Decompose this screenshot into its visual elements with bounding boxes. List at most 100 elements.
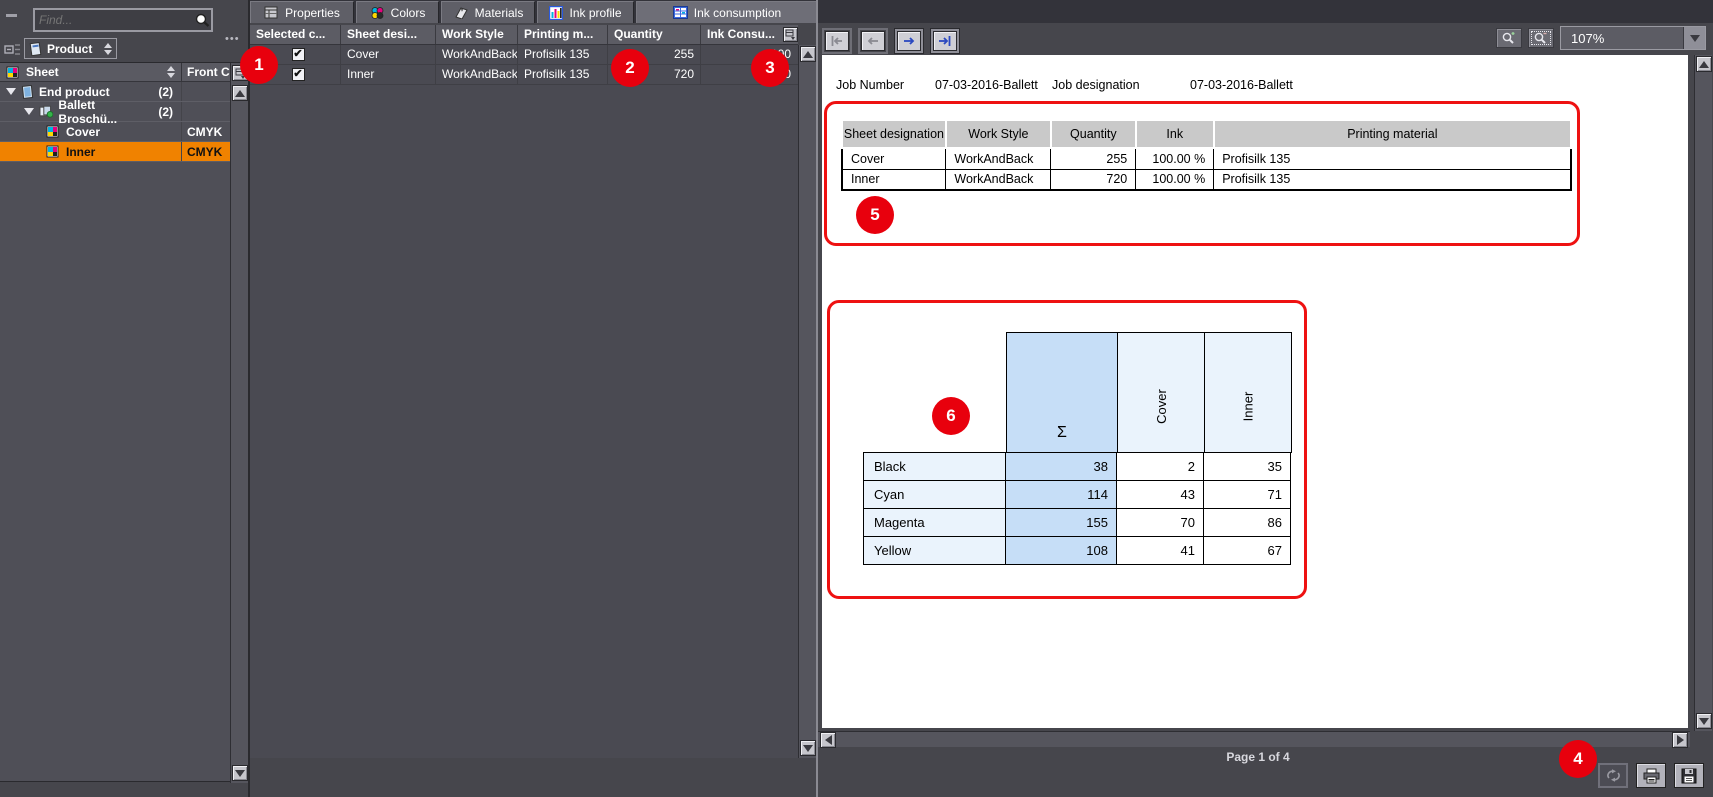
product-view-selector[interactable]: Product bbox=[24, 38, 117, 59]
tab-label: Properties bbox=[285, 6, 340, 20]
tree-row-ballett[interactable]: Ballett Broschü... (2) bbox=[0, 102, 230, 122]
print-button[interactable] bbox=[1636, 763, 1666, 788]
tree-row-cover[interactable]: Cover CMYK bbox=[0, 122, 230, 142]
sheet-table-scrollbar[interactable] bbox=[798, 45, 816, 758]
ink-consumption-icon bbox=[673, 6, 688, 19]
tab-colors[interactable]: Colors bbox=[356, 1, 439, 23]
selected-checkbox[interactable]: ✔ bbox=[292, 68, 305, 81]
find-box[interactable] bbox=[33, 8, 213, 32]
scroll-left-icon[interactable] bbox=[820, 732, 836, 748]
zoom-in-button[interactable] bbox=[1496, 28, 1522, 48]
preview-top-strip bbox=[818, 0, 1713, 23]
sheet-sort-arrows-icon[interactable] bbox=[167, 66, 175, 78]
panel-collapse-handle[interactable] bbox=[6, 14, 17, 17]
table-config-icon[interactable] bbox=[783, 27, 798, 42]
zoom-in-icon bbox=[1501, 31, 1517, 45]
chevron-down-icon[interactable] bbox=[1683, 27, 1705, 49]
scroll-up-icon[interactable] bbox=[800, 46, 816, 62]
work-style-cell: WorkAndBack bbox=[436, 65, 518, 84]
tree-item-count: (2) bbox=[158, 85, 181, 99]
zoom-value: 107% bbox=[1561, 31, 1683, 46]
tab-label: Colors bbox=[391, 6, 426, 20]
tree-row-inner-selected[interactable]: Inner CMYK bbox=[0, 142, 230, 162]
last-page-button[interactable] bbox=[930, 28, 960, 54]
tree-scrollbar[interactable] bbox=[230, 63, 248, 783]
tree-item-label: Cover bbox=[66, 125, 100, 139]
scroll-down-icon[interactable] bbox=[800, 740, 816, 756]
tab-properties[interactable]: Properties bbox=[250, 1, 354, 23]
zoom-out-button[interactable] bbox=[1528, 28, 1554, 48]
sheet-name-cell: Cover bbox=[341, 45, 436, 64]
job-number-label: Job Number bbox=[836, 78, 904, 92]
preview-horizontal-scrollbar[interactable] bbox=[818, 731, 1690, 747]
refresh-button[interactable] bbox=[1598, 763, 1628, 788]
first-page-button[interactable] bbox=[822, 28, 852, 54]
column-header[interactable]: Selected c... bbox=[250, 25, 341, 44]
annotation-circle-6: 6 bbox=[932, 397, 970, 435]
next-page-icon bbox=[902, 35, 916, 47]
page-nav-toolbar bbox=[822, 28, 960, 54]
annotation-box-report bbox=[824, 101, 1580, 246]
tree-scroll-down-icon[interactable] bbox=[232, 765, 248, 781]
job-number-value: 07-03-2016-Ballett bbox=[935, 78, 1038, 92]
tree-item-front: CMYK bbox=[182, 125, 230, 139]
printing-material-cell: Profisilk 135 bbox=[518, 65, 608, 84]
scroll-down-icon[interactable] bbox=[1696, 713, 1712, 729]
next-page-button[interactable] bbox=[894, 28, 924, 54]
cmyk-sheet-icon bbox=[46, 145, 61, 158]
tree-item-label: Inner bbox=[66, 145, 95, 159]
expand-arrow-icon[interactable] bbox=[24, 108, 34, 115]
search-icon bbox=[193, 12, 211, 28]
tab-ink-profile[interactable]: Ink profile bbox=[537, 1, 634, 23]
job-designation-value: 07-03-2016-Ballett bbox=[1190, 78, 1293, 92]
tree-scroll-up-icon[interactable] bbox=[232, 85, 248, 101]
selected-checkbox[interactable]: ✔ bbox=[292, 48, 305, 61]
first-page-icon bbox=[830, 35, 844, 47]
sheet-table-header[interactable]: Selected c... Sheet desi... Work Style P… bbox=[250, 25, 798, 45]
tree-item-label: End product bbox=[39, 85, 110, 99]
last-page-icon bbox=[938, 35, 952, 47]
search-input[interactable] bbox=[35, 13, 193, 27]
printer-icon bbox=[1642, 768, 1661, 784]
column-header[interactable]: Quantity bbox=[608, 25, 701, 44]
table-row[interactable]: ✔ Inner WorkAndBack Profisilk 135 720 10… bbox=[250, 65, 798, 85]
collapse-tree-icon[interactable] bbox=[4, 42, 21, 57]
zoom-out-icon bbox=[1533, 31, 1549, 45]
tab-materials[interactable]: Materials bbox=[441, 1, 535, 23]
column-header[interactable]: Sheet desi... bbox=[341, 25, 436, 44]
tab-label: Ink consumption bbox=[694, 6, 781, 20]
work-style-cell: WorkAndBack bbox=[436, 45, 518, 64]
annotation-circle-2: 2 bbox=[611, 49, 649, 87]
tree-header[interactable]: Sheet Front C bbox=[0, 63, 230, 82]
preview-vertical-scrollbar[interactable] bbox=[1694, 55, 1712, 731]
tree-col2-header[interactable]: Front C bbox=[182, 65, 230, 79]
annotation-circle-4: 4 bbox=[1559, 740, 1597, 778]
scroll-up-icon[interactable] bbox=[1696, 56, 1712, 72]
product-sort-arrows-icon bbox=[104, 43, 112, 55]
save-button[interactable] bbox=[1674, 763, 1704, 788]
tab-label: Ink profile bbox=[569, 6, 621, 20]
previous-page-button[interactable] bbox=[858, 28, 888, 54]
zoom-toolbar bbox=[1496, 28, 1554, 48]
annotation-circle-1: 1 bbox=[240, 46, 278, 84]
scroll-right-icon[interactable] bbox=[1672, 732, 1688, 748]
table-row[interactable]: ✔ Cover WorkAndBack Profisilk 135 255 10… bbox=[250, 45, 798, 65]
end-product-icon bbox=[21, 85, 34, 99]
cmyk-sheet-icon bbox=[46, 125, 61, 138]
sheet-name-cell: Inner bbox=[341, 65, 436, 84]
tree-item-count: (2) bbox=[158, 105, 181, 119]
zoom-level-select[interactable]: 107% bbox=[1560, 26, 1706, 50]
tree-col1-header: Sheet bbox=[26, 65, 59, 79]
materials-icon bbox=[453, 7, 469, 19]
ink-profile-icon bbox=[549, 6, 563, 20]
colors-icon bbox=[370, 6, 385, 20]
tab-ink-consumption[interactable]: Ink consumption bbox=[636, 1, 818, 23]
expand-arrow-icon[interactable] bbox=[6, 88, 16, 95]
column-header[interactable]: Work Style bbox=[436, 25, 518, 44]
page-status: Page 1 of 4 bbox=[1118, 750, 1398, 764]
annotation-box-ink bbox=[827, 300, 1307, 599]
tab-bar: Properties Colors Materials Ink profile … bbox=[250, 0, 818, 23]
sheet-selection-table: Selected c... Sheet desi... Work Style P… bbox=[250, 25, 798, 758]
splitter-dots[interactable]: ••• bbox=[225, 33, 240, 45]
column-header[interactable]: Printing m... bbox=[518, 25, 608, 44]
